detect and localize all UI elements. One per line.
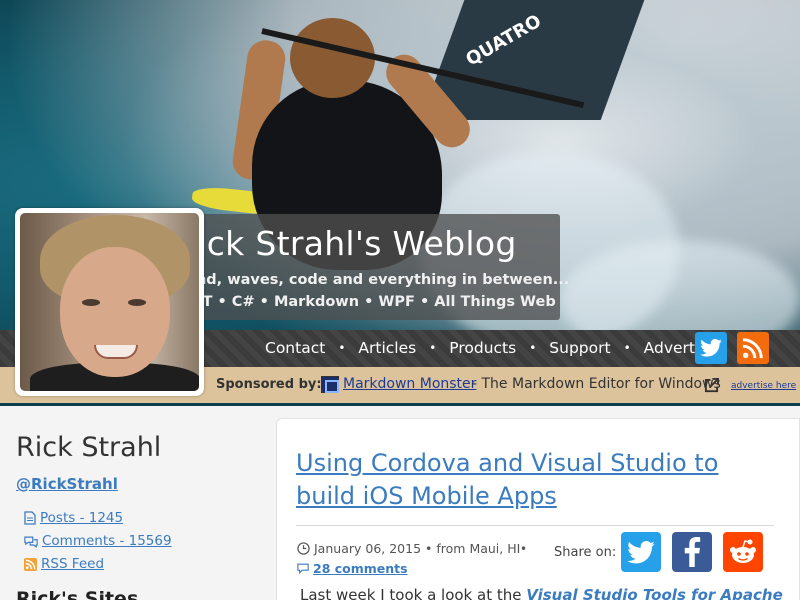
sidebar-item-label: Posts - 1245 <box>40 510 124 526</box>
twitter-handle-link[interactable]: @RickStrahl <box>16 475 118 493</box>
post-intro-link[interactable]: Visual Studio Tools for Apache <box>526 586 783 600</box>
sidebar-item-rss[interactable]: RSS Feed <box>24 556 104 572</box>
nav-articles[interactable]: Articles <box>358 339 416 357</box>
nav-contact[interactable]: Contact <box>265 339 325 357</box>
post-intro-text: Last week I took a look at the <box>300 586 527 600</box>
sidebar-item-label: RSS Feed <box>41 556 105 572</box>
avatar-photo <box>20 213 199 391</box>
clock-icon <box>297 542 310 555</box>
post-title[interactable]: Using Cordova and Visual Studio to build… <box>296 447 776 513</box>
nav-separator: • <box>623 341 631 355</box>
site-title[interactable]: Rick Strahl's Weblog <box>174 224 517 263</box>
site-topics: .NET • C# • Markdown • WPF • All Things … <box>175 294 556 310</box>
share-facebook-button[interactable] <box>672 532 712 572</box>
rss-icon <box>24 557 37 571</box>
advertise-here-link[interactable]: advertise here <box>731 381 796 391</box>
sites-heading: Rick's Sites <box>16 588 139 600</box>
main-nav: Contact • Articles • Products • Support … <box>265 339 717 357</box>
twitter-icon <box>627 540 655 563</box>
post-intro: Last week I took a look at the Visual St… <box>300 586 783 600</box>
markdown-monster-logo[interactable] <box>321 376 339 393</box>
facebook-icon <box>684 537 701 567</box>
external-link-icon[interactable] <box>704 378 719 397</box>
author-name: Rick Strahl <box>16 432 162 463</box>
comment-icon <box>297 563 309 574</box>
nav-support[interactable]: Support <box>549 339 610 357</box>
sponsor-link[interactable]: Markdown Monster <box>343 376 476 392</box>
share-twitter-button[interactable] <box>621 532 661 572</box>
nav-separator: • <box>429 341 437 355</box>
post-divider <box>296 525 774 526</box>
comments-icon <box>24 535 38 548</box>
sponsor-description: - The Markdown Editor for Windows <box>472 376 721 392</box>
share-label: Share on: <box>554 545 617 560</box>
nav-products[interactable]: Products <box>449 339 516 357</box>
sidebar-item-posts[interactable]: Posts - 1245 <box>24 510 123 526</box>
sidebar-item-comments[interactable]: Comments - 15569 <box>24 533 172 549</box>
document-icon <box>24 511 36 525</box>
surfer-decoration <box>290 18 375 98</box>
twitter-icon[interactable] <box>695 332 727 364</box>
sidebar-item-label: Comments - 15569 <box>42 533 172 549</box>
post-date-text: January 06, 2015 <box>314 541 422 556</box>
meta-separator: • <box>520 542 528 556</box>
sponsor-label: Sponsored by: <box>216 377 322 392</box>
site-tagline: Wind, waves, code and everything in betw… <box>175 272 570 288</box>
share-reddit-button[interactable] <box>723 532 763 572</box>
avatar <box>15 208 204 396</box>
post-date: January 06, 2015 • from Maui, HI <box>297 541 520 556</box>
nav-separator: • <box>529 341 537 355</box>
comments-count: 28 comments <box>313 561 408 576</box>
nav-separator: • <box>338 341 346 355</box>
post-location: • from Maui, HI <box>425 541 521 556</box>
rss-icon[interactable] <box>737 332 769 364</box>
post-comments-link[interactable]: 28 comments <box>297 561 408 576</box>
reddit-icon <box>730 539 756 563</box>
